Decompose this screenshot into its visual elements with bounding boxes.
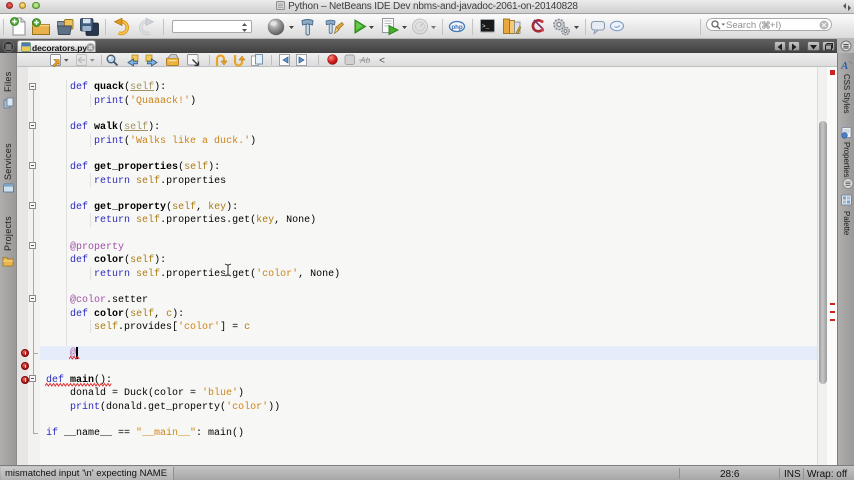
svg-text:A: A: [841, 60, 848, 72]
svg-text:<: <: [379, 57, 385, 68]
svg-text:php: php: [451, 24, 463, 31]
svg-text:>_: >_: [482, 23, 490, 30]
